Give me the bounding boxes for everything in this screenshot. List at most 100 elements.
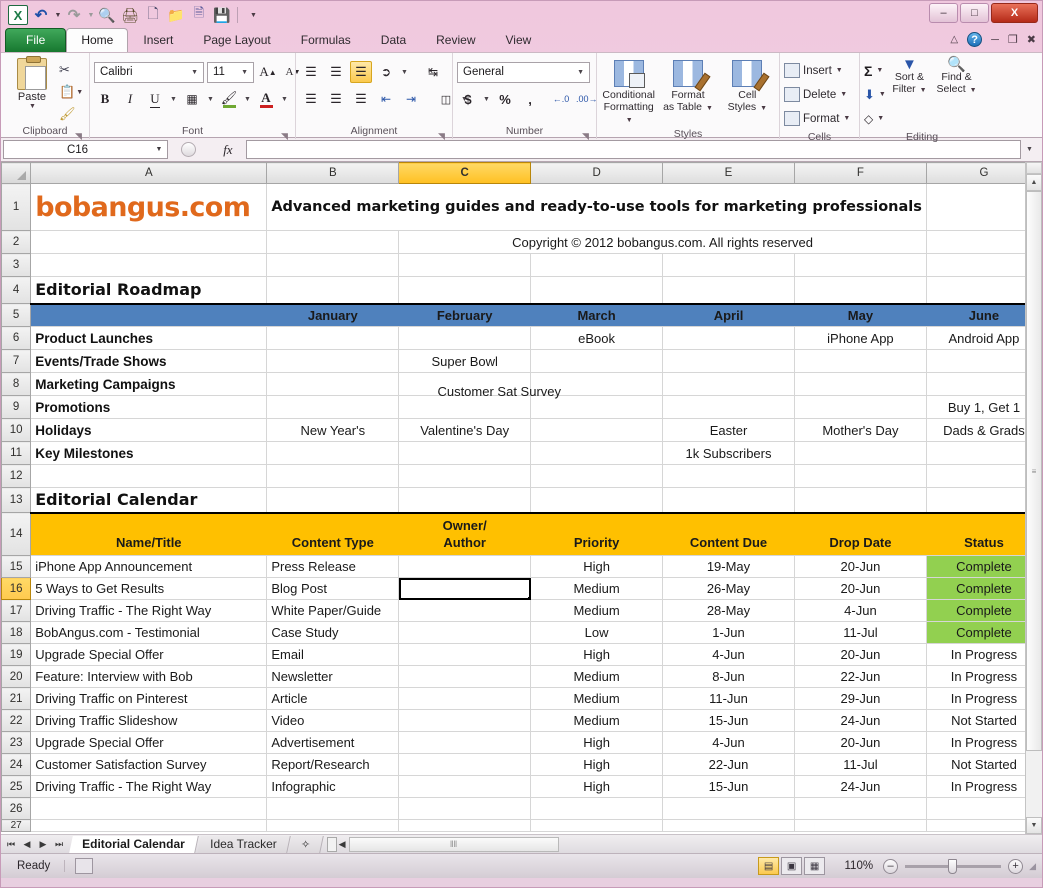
row-header-6[interactable]: 6 [2, 327, 31, 350]
row-header-8[interactable]: 8 [2, 373, 31, 396]
column-header-c[interactable]: C [399, 163, 531, 184]
cell-b25[interactable]: Infographic [267, 776, 399, 798]
cell-b17[interactable]: White Paper/Guide [267, 600, 399, 622]
tab-review[interactable]: Review [421, 28, 490, 52]
cell-e5-april[interactable]: April [663, 304, 795, 327]
cell-c7[interactable]: Super Bowl [399, 350, 531, 373]
row-header-3[interactable]: 3 [2, 254, 31, 277]
cell-f24[interactable]: 11-Jul [794, 754, 926, 776]
cell-b21[interactable]: Article [267, 688, 399, 710]
vertical-scroll-thumb[interactable]: ≡ [1026, 191, 1042, 751]
cell-d27[interactable] [531, 820, 663, 832]
row-header-1[interactable]: 1 [2, 184, 31, 231]
row-header-26[interactable]: 26 [2, 798, 31, 820]
conditional-formatting-button[interactable]: Conditional Formatting ▼ [601, 60, 656, 127]
row-header-17[interactable]: 17 [2, 600, 31, 622]
cell-f3[interactable] [794, 254, 926, 277]
cell-d11[interactable] [531, 442, 663, 465]
cell-d10[interactable] [531, 419, 663, 442]
cell-a17[interactable]: Driving Traffic - The Right Way [31, 600, 267, 622]
cell-c18[interactable] [399, 622, 531, 644]
fill-button[interactable]: ⬇ ▼ [864, 83, 886, 106]
cell-e3[interactable] [663, 254, 795, 277]
cell-c24[interactable] [399, 754, 531, 776]
cell-c11[interactable] [399, 442, 531, 465]
cell-f17[interactable]: 4-Jun [794, 600, 926, 622]
autosum-button[interactable]: Σ ▼ [864, 59, 886, 82]
format-cells-button[interactable]: Format ▼ [784, 107, 850, 130]
new-document-icon[interactable]: 🗋 [142, 4, 164, 26]
cell-e10[interactable]: Easter [663, 419, 795, 442]
row-header-5[interactable]: 5 [2, 304, 31, 327]
font-color-dropdown-icon[interactable]: ▼ [280, 96, 289, 103]
bold-icon[interactable]: B [94, 88, 116, 110]
cell-b3[interactable] [267, 254, 399, 277]
cell-c22[interactable] [399, 710, 531, 732]
number-dialog-launcher[interactable]: ◥ [581, 129, 590, 138]
cell-c27[interactable] [399, 820, 531, 832]
horizontal-scroll-thumb[interactable]: ‖‖ [349, 837, 559, 852]
cell-a15[interactable]: iPhone App Announcement [31, 556, 267, 578]
scroll-left-icon[interactable]: ◀ [339, 839, 346, 850]
cell-f26[interactable] [794, 798, 926, 820]
cell-a12[interactable] [31, 465, 267, 488]
cell-f16[interactable]: 20-Jun [794, 578, 926, 600]
cell-b23[interactable]: Advertisement [267, 732, 399, 754]
name-box[interactable]: C16 ▼ [3, 140, 168, 159]
font-size-select[interactable]: 11 ▼ [207, 62, 254, 83]
cell-c1-tagline[interactable]: Advanced marketing guides and ready-to-u… [267, 184, 927, 231]
normal-view-icon[interactable]: ▤ [758, 857, 779, 875]
cell-b27[interactable] [267, 820, 399, 832]
next-sheet-icon[interactable]: ▶ [35, 839, 51, 850]
cell-d16[interactable]: Medium [531, 578, 663, 600]
cell-e13[interactable] [663, 488, 795, 513]
cell-b13[interactable] [267, 488, 399, 513]
wrap-text-icon[interactable]: ↹ [422, 61, 444, 83]
row-header-11[interactable]: 11 [2, 442, 31, 465]
cell-e8[interactable] [663, 373, 795, 396]
row-header-25[interactable]: 25 [2, 776, 31, 798]
cell-f25[interactable]: 24-Jun [794, 776, 926, 798]
minimize-ribbon-icon[interactable]: △ [950, 34, 958, 45]
cell-b16[interactable]: Blog Post [267, 578, 399, 600]
cell-c17[interactable] [399, 600, 531, 622]
align-center-icon[interactable]: ☰ [325, 88, 347, 110]
help-icon[interactable]: ? [967, 32, 982, 47]
cell-d4[interactable] [531, 277, 663, 304]
number-format-select[interactable]: General ▼ [457, 62, 590, 83]
first-sheet-icon[interactable]: ⏮ [3, 839, 19, 850]
vertical-split-handle[interactable] [1026, 162, 1042, 174]
insert-function-icon[interactable]: fx [223, 142, 232, 158]
paste-button[interactable]: Paste ▼ [5, 58, 59, 110]
cell-a19[interactable]: Upgrade Special Offer [31, 644, 267, 666]
cell-a27[interactable] [31, 820, 267, 832]
cell-c14-header-owner[interactable]: Owner/ Author [399, 513, 531, 556]
maximize-button[interactable]: □ [960, 3, 989, 23]
row-header-15[interactable]: 15 [2, 556, 31, 578]
cell-e26[interactable] [663, 798, 795, 820]
name-box-dropdown-icon[interactable]: ▼ [151, 146, 167, 153]
cell-d3[interactable] [531, 254, 663, 277]
cell-e7[interactable] [663, 350, 795, 373]
cell-e18[interactable]: 1-Jun [663, 622, 795, 644]
cell-d17[interactable]: Medium [531, 600, 663, 622]
cell-f18[interactable]: 11-Jul [794, 622, 926, 644]
cell-a13-calendar-title[interactable]: Editorial Calendar [31, 488, 267, 513]
cell-f27[interactable] [794, 820, 926, 832]
cell-b7[interactable] [267, 350, 399, 373]
page-layout-view-icon[interactable]: ▣ [781, 857, 802, 875]
cell-a8-label[interactable]: Marketing Campaigns [31, 373, 267, 396]
clear-button[interactable]: ◇ ▼ [864, 107, 886, 130]
cell-b26[interactable] [267, 798, 399, 820]
cell-f5-may[interactable]: May [794, 304, 926, 327]
undo-icon[interactable]: ↶ [30, 4, 52, 26]
cell-c3[interactable] [399, 254, 531, 277]
cell-e21[interactable]: 11-Jun [663, 688, 795, 710]
cancel-formula-icon[interactable] [181, 142, 196, 157]
print-preview-icon[interactable]: 🔍 [96, 4, 118, 26]
cell-e19[interactable]: 4-Jun [663, 644, 795, 666]
redo-icon[interactable]: ↷ [63, 4, 85, 26]
cell-b24[interactable]: Report/Research [267, 754, 399, 776]
font-dialog-launcher[interactable]: ◥ [280, 129, 289, 138]
cell-a26[interactable] [31, 798, 267, 820]
